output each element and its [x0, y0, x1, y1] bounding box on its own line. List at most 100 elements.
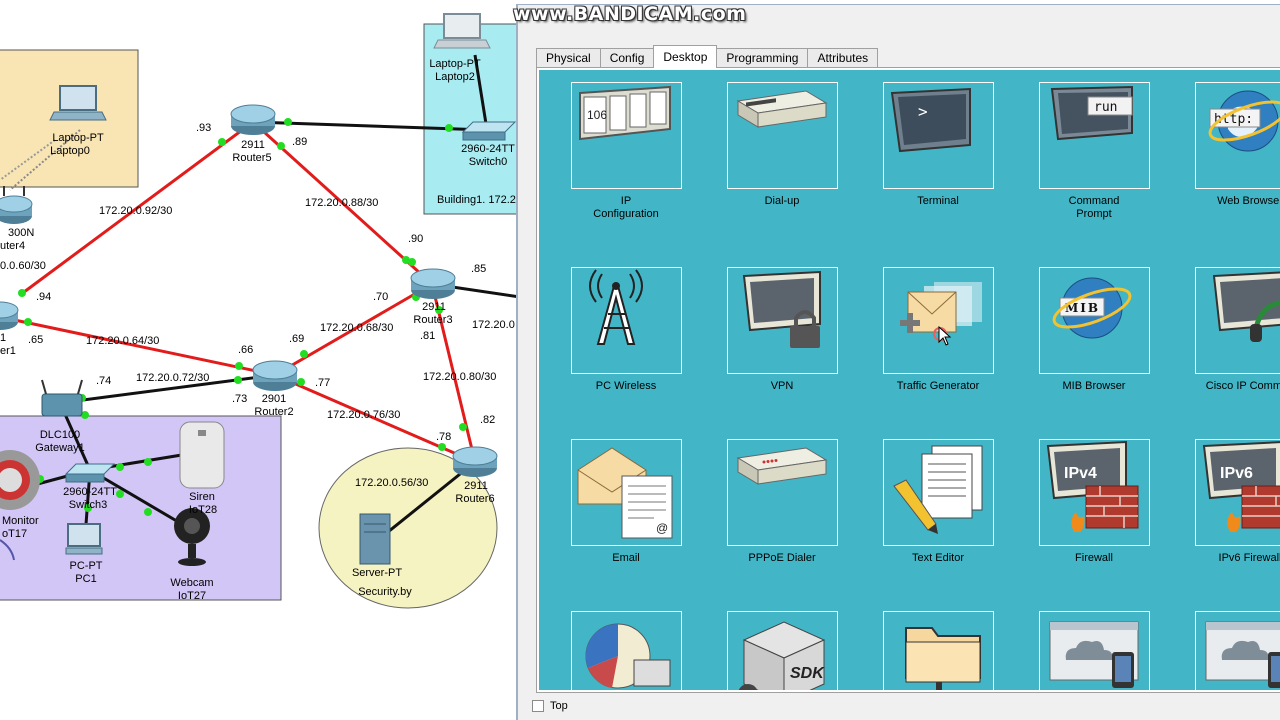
host-label: .69 — [289, 333, 305, 345]
router6-model-label: 2911 — [464, 480, 488, 492]
command-prompt-icon: run — [1039, 82, 1150, 189]
app-label: IPv6 Firewall — [1218, 552, 1280, 564]
app-label: PC Wireless — [595, 380, 657, 392]
router5-icon[interactable] — [230, 104, 276, 135]
pc1-name-label: PC1 — [75, 573, 97, 585]
pc1-icon[interactable] — [65, 523, 103, 555]
mib-globe-icon: MIB — [1039, 267, 1150, 374]
host-label: .77 — [315, 377, 331, 389]
desktop-apps-area: 106 IP Configuration Dial-up > Terminal … — [539, 70, 1280, 690]
net-label: 172.20.0.68/30 — [320, 322, 394, 334]
router4-name-label: uter4 — [0, 240, 26, 252]
webcam-model-label: Webcam — [170, 577, 214, 589]
terminal-prompt: > — [918, 102, 928, 121]
web-browser-icon: http: — [1195, 82, 1280, 189]
switch3-model-label: 2960-24TT — [63, 486, 117, 498]
app-label: Command Prompt — [1068, 195, 1120, 220]
host-label: .89 — [292, 136, 308, 148]
host-label: .85 — [471, 263, 487, 275]
router5-model-label: 2911 — [241, 139, 265, 151]
app-label: Text Editor — [912, 552, 964, 564]
app-label: Firewall — [1075, 552, 1113, 564]
ipv6-text: IPv6 — [1220, 465, 1253, 482]
host-label: .81 — [420, 330, 436, 342]
net-label: 172.20.0.72/30 — [136, 372, 210, 384]
app-label: Email — [612, 552, 640, 564]
firewall-icon: IPv4 — [1039, 439, 1150, 546]
tab-config[interactable]: Config — [599, 48, 655, 68]
router2-name-label: Router2 — [254, 406, 294, 418]
tab-attributes[interactable]: Attributes — [807, 48, 879, 68]
router1-name-label: er1 — [0, 345, 16, 357]
monitor-model-label: Monitor — [2, 515, 39, 527]
net-label: 0.0.60/30 — [0, 260, 46, 272]
terminal-icon: > — [883, 82, 994, 189]
host-label: .70 — [373, 291, 389, 303]
router2-icon[interactable] — [252, 360, 298, 391]
server-icon[interactable] — [359, 513, 391, 565]
host-label: .66 — [238, 344, 254, 356]
router3-model-label: 2911 — [422, 301, 446, 313]
cloud-phone-icon — [1039, 611, 1150, 690]
ipv4-text: IPv4 — [1064, 465, 1097, 482]
app-label: PPPoE Dialer — [748, 552, 816, 564]
ipv6-firewall-icon: IPv6 — [1195, 439, 1280, 546]
gateway-icon[interactable] — [41, 379, 83, 417]
ip-config-icon: 106 — [571, 82, 682, 189]
router3-name-label: Router3 — [413, 314, 453, 326]
modem-icon — [727, 82, 838, 189]
app-label: VPN — [770, 380, 794, 392]
siren-name-label: IoT28 — [188, 504, 218, 516]
laptop2-model-label: Laptop-PT — [429, 58, 481, 70]
net-label: 172.20.0.56/30 — [355, 477, 429, 489]
host-label: .73 — [232, 393, 248, 405]
net-label: 172.20.0.64/30 — [86, 335, 160, 347]
tab-programming[interactable]: Programming — [716, 48, 809, 68]
siren-icon[interactable] — [179, 421, 225, 489]
traffic-envelope-icon — [883, 267, 994, 374]
net-label: 172.20.0.76/30 — [327, 409, 401, 421]
top-checkbox-label: Top — [550, 700, 568, 712]
router6-name-label: Router6 — [455, 493, 495, 505]
host-label: .82 — [480, 414, 496, 426]
app-label: Web Browser — [1217, 195, 1280, 207]
top-checkbox[interactable] — [532, 700, 544, 712]
recorder-watermark: www.BANDICAM.com — [513, 3, 747, 25]
host-label: .93 — [196, 122, 212, 134]
email-icon: @ — [571, 439, 682, 546]
net-label: 172.20.0.80/30 — [423, 371, 497, 383]
switch0-model-label: 2960-24TT — [461, 143, 515, 155]
topology-canvas[interactable]: Laptop-PT Laptop0 300N uter4 1 er1 2911 … — [0, 0, 520, 720]
host-label: .94 — [36, 291, 52, 303]
router6-icon[interactable] — [452, 446, 498, 477]
router4-icon[interactable] — [0, 186, 33, 224]
sdk-box-icon: SDK — [727, 611, 838, 690]
tab-physical[interactable]: Physical — [536, 48, 601, 68]
switch0-name-label: Switch0 — [468, 156, 508, 168]
gateway-name-label: Gateway1 — [35, 442, 85, 454]
pc1-model-label: PC-PT — [69, 560, 103, 572]
host-label: .78 — [436, 431, 452, 443]
router4-model-label: 300N — [8, 227, 35, 239]
laptop2-name-label: Laptop2 — [435, 71, 475, 83]
tab-desktop[interactable]: Desktop — [653, 45, 718, 68]
router1-model-label: 1 — [0, 332, 7, 344]
net-label: 172.20.0.88/30 — [305, 197, 379, 209]
svg-text:@: @ — [656, 521, 668, 535]
app-label: Cisco IP Commun — [1205, 380, 1280, 392]
router3-icon[interactable] — [410, 268, 456, 299]
router1-icon[interactable] — [0, 301, 19, 330]
ip-config-value: 106 — [587, 108, 607, 122]
net-label: 172.20.0.92/30 — [99, 205, 173, 217]
area-building1 — [423, 23, 520, 215]
folder-icon — [883, 611, 994, 690]
mouse-cursor-icon — [938, 326, 952, 346]
top-checkbox-row: Top — [532, 700, 568, 712]
app-label: Terminal — [917, 195, 959, 207]
net-label: 172.20.0 — [472, 319, 515, 331]
laptop0-model-label: Laptop-PT — [52, 132, 104, 144]
server-name-label: Security.by — [358, 586, 412, 598]
sdk-text: SDK — [790, 665, 825, 682]
monitor-name-label: oT17 — [2, 528, 28, 540]
laptop0-name-label: Laptop0 — [50, 145, 90, 157]
